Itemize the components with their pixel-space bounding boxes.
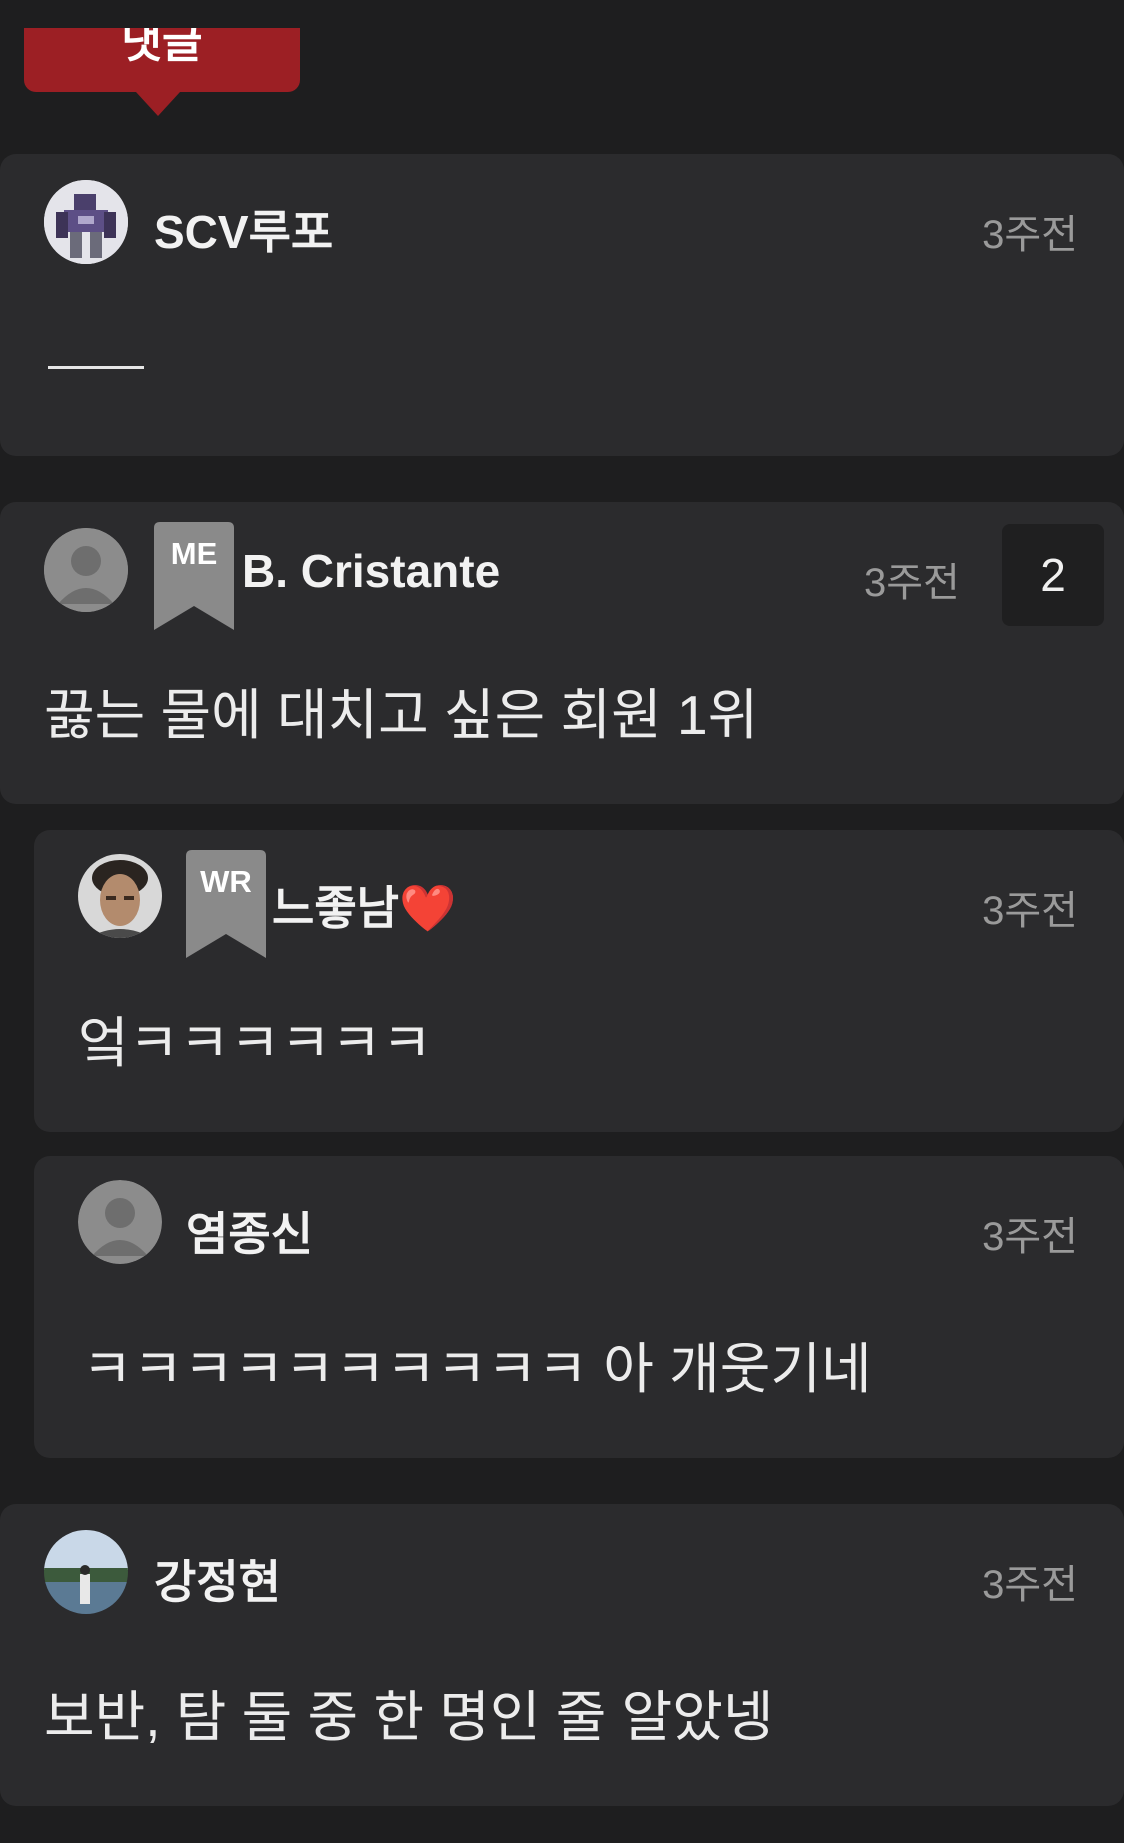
tab-pointer: [136, 92, 180, 116]
wr-badge: WR: [186, 850, 266, 958]
comment-text: 끓는 물에 대치고 싶은 회원 1위: [44, 684, 759, 746]
reply-card: 염종신 3주전 ㅋㅋㅋㅋㅋㅋㅋㅋㅋㅋ 아 개웃기네: [34, 1156, 1124, 1458]
comment-username[interactable]: SCV루포: [154, 196, 333, 262]
comment-time: 3주전: [864, 561, 960, 605]
reply-card: WR 느좋남❤️ 3주전 엌ㅋㅋㅋㅋㅋㅋ: [34, 830, 1124, 1132]
reply-count-button[interactable]: 2: [1002, 524, 1104, 626]
landscape-photo-avatar[interactable]: [44, 1530, 128, 1614]
comment-card: 강정현 3주전 보반, 탐 둘 중 한 명인 줄 알았넹: [0, 1504, 1124, 1806]
comment-text: [48, 366, 144, 369]
comments-tab-label: 댓글: [121, 28, 203, 68]
comment-text: 보반, 탐 둘 중 한 명인 줄 알았넹: [44, 1686, 774, 1748]
person-photo-avatar[interactable]: [78, 854, 162, 938]
me-badge: ME: [154, 522, 234, 630]
comment-card: SCV루포 3주전: [0, 154, 1124, 456]
comments-tab[interactable]: 댓글: [24, 28, 300, 92]
comment-time: 3주전: [982, 213, 1078, 257]
badge-label: WR: [200, 864, 252, 899]
comment-text: 엌ㅋㅋㅋㅋㅋㅋ: [78, 1012, 433, 1074]
badge-label: ME: [170, 536, 218, 571]
comment-username[interactable]: 염종신: [186, 1198, 313, 1264]
comment-username[interactable]: 느좋남❤️: [272, 872, 456, 938]
robot-avatar-icon[interactable]: [44, 180, 128, 264]
comment-username[interactable]: B. Cristante: [242, 544, 500, 598]
comment-text: ㅋㅋㅋㅋㅋㅋㅋㅋㅋㅋ 아 개웃기네: [82, 1338, 872, 1400]
comment-time: 3주전: [982, 1563, 1078, 1607]
default-user-icon[interactable]: [44, 528, 128, 612]
comment-username[interactable]: 강정현: [154, 1546, 281, 1612]
comment-card: ME B. Cristante 3주전 2 끓는 물에 대치고 싶은 회원 1위: [0, 502, 1124, 804]
default-user-icon[interactable]: [78, 1180, 162, 1264]
comment-time: 3주전: [982, 1215, 1078, 1259]
comment-time: 3주전: [982, 889, 1078, 933]
